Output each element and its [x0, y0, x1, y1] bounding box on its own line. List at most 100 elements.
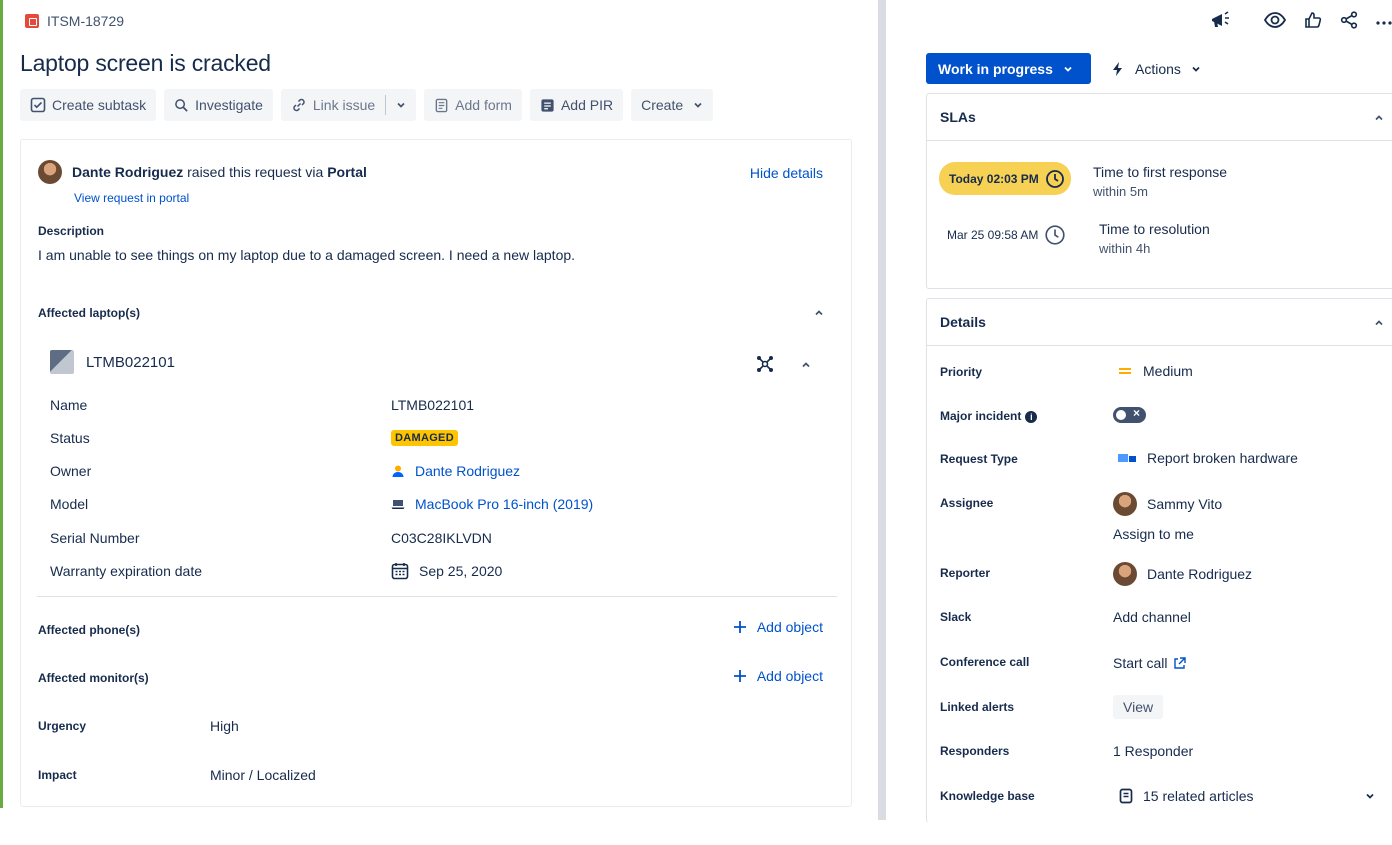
urgency-value[interactable]: High: [210, 718, 239, 734]
clock-icon: [1045, 169, 1064, 188]
add-monitor-object-button[interactable]: Add object: [733, 668, 823, 684]
hide-details-link[interactable]: Hide details: [750, 165, 823, 181]
status-badge: DAMAGED: [391, 430, 458, 446]
major-incident-label-text: Major incident: [940, 409, 1022, 423]
add-form-button[interactable]: Add form: [424, 89, 522, 121]
reporter-avatar[interactable]: [38, 160, 62, 184]
asset-model-value[interactable]: MacBook Pro 16-inch (2019): [391, 492, 593, 516]
reporter-avatar: [1113, 562, 1137, 586]
article-icon: [1119, 788, 1133, 804]
document-icon: [541, 98, 554, 112]
sla-name: Time to resolution: [1099, 221, 1210, 237]
create-dropdown-button[interactable]: Create: [631, 89, 714, 121]
issue-key[interactable]: ITSM-18729: [25, 13, 124, 29]
start-call-link[interactable]: Start call: [1113, 655, 1187, 671]
actions-label: Actions: [1135, 60, 1181, 77]
subtask-icon: [30, 97, 46, 113]
actions-menu-button[interactable]: Actions: [1111, 53, 1201, 84]
investigate-label: Investigate: [195, 97, 263, 113]
laptop-icon: [391, 500, 405, 509]
user-icon: [392, 465, 404, 477]
link-issue-button[interactable]: Link issue: [281, 89, 385, 121]
info-icon[interactable]: i: [1025, 411, 1038, 423]
graph-view-icon[interactable]: [755, 354, 775, 374]
priority-text: Medium: [1143, 363, 1193, 379]
status-transition-button[interactable]: Work in progress: [926, 53, 1091, 84]
linked-alerts-value: View: [1113, 695, 1164, 719]
priority-medium-icon: [1119, 368, 1131, 374]
asset-field-label: Name: [50, 397, 88, 413]
request-type-text: Report broken hardware: [1147, 450, 1298, 466]
asset-field-label: Serial Number: [50, 530, 140, 546]
reporter-sentence: Dante Rodriguez raised this request via …: [72, 164, 367, 180]
chevron-up-icon[interactable]: [814, 308, 824, 318]
link-issue-split-button: Link issue: [280, 89, 417, 121]
request-type-value[interactable]: Report broken hardware: [1113, 450, 1298, 466]
responders-value[interactable]: 1 Responder: [1113, 743, 1193, 759]
chevron-up-icon: [1375, 115, 1383, 121]
reporter-label: Reporter: [940, 566, 991, 580]
sla-first-response-info: Time to first response within 5m: [1093, 162, 1227, 202]
investigate-button[interactable]: Investigate: [164, 89, 273, 121]
description-label: Description: [38, 224, 105, 238]
affected-monitors-label: Affected monitor(s): [38, 671, 149, 685]
owner-link[interactable]: Dante Rodriguez: [415, 463, 520, 479]
more-options-icon[interactable]: [1376, 11, 1392, 29]
add-pir-label: Add PIR: [560, 97, 614, 113]
add-object-label: Add object: [756, 619, 823, 635]
sla-resolution-info: Time to resolution within 4h: [1099, 219, 1210, 259]
major-incident-label: Major incident i: [940, 409, 1038, 423]
reporter-name: Dante Rodriguez: [1147, 566, 1253, 582]
assign-to-me-link[interactable]: Assign to me: [1113, 526, 1194, 542]
major-incident-toggle[interactable]: [1113, 406, 1146, 423]
asset-serial-value: C03C28IKLVDN: [391, 526, 492, 550]
priority-label: Priority: [940, 365, 983, 379]
affected-phones-label: Affected phone(s): [38, 623, 140, 637]
reporter-name[interactable]: Dante Rodriguez: [72, 164, 183, 180]
description-text[interactable]: I am unable to see things on my laptop d…: [38, 247, 575, 263]
assignee-value[interactable]: Sammy Vito: [1113, 492, 1222, 516]
slas-panel-header[interactable]: SLAs: [927, 94, 1392, 141]
add-phone-object-button[interactable]: Add object: [733, 619, 823, 635]
asset-owner-value[interactable]: Dante Rodriguez: [391, 459, 520, 483]
asset-warranty-value: Sep 25, 2020: [391, 559, 502, 583]
chevron-up-icon: [1375, 320, 1383, 326]
responders-label: Responders: [940, 744, 1010, 758]
chevron-down-icon[interactable]: [1365, 791, 1375, 801]
view-in-portal-link[interactable]: View request in portal: [74, 191, 189, 205]
impact-value[interactable]: Minor / Localized: [210, 767, 316, 783]
details-panel-header[interactable]: Details: [927, 299, 1392, 346]
lightning-icon: [1113, 61, 1122, 76]
issue-main-column: ITSM-18729 Laptop screen is cracked Crea…: [3, 0, 876, 845]
form-icon: [435, 98, 448, 112]
pane-resize-divider[interactable]: [878, 0, 886, 820]
assignee-name: Sammy Vito: [1147, 496, 1223, 512]
model-link[interactable]: MacBook Pro 16-inch (2019): [415, 496, 593, 512]
start-call-text: Start call: [1113, 655, 1168, 671]
thumbs-up-icon[interactable]: [1304, 11, 1322, 29]
incident-type-icon: [25, 14, 39, 28]
serial-number-text: C03C28IKLVDN: [391, 530, 492, 546]
chevron-up-icon[interactable]: [801, 360, 811, 370]
view-alerts-button[interactable]: View: [1113, 695, 1164, 719]
asset-id[interactable]: LTMB022101: [86, 354, 175, 371]
share-icon[interactable]: [1340, 11, 1358, 29]
chevron-down-icon: [1064, 66, 1072, 72]
reporter-value[interactable]: Dante Rodriguez: [1113, 562, 1252, 586]
add-channel-link[interactable]: Add channel: [1113, 609, 1191, 625]
create-subtask-button[interactable]: Create subtask: [20, 89, 157, 121]
megaphone-icon[interactable]: [1210, 10, 1232, 30]
major-incident-value: [1113, 406, 1146, 423]
sla-time: Mar 25 09:58 AM: [947, 228, 1039, 242]
urgency-label: Urgency: [38, 719, 87, 733]
slack-label: Slack: [940, 610, 972, 624]
watch-eye-icon[interactable]: [1264, 11, 1286, 29]
create-subtask-label: Create subtask: [52, 97, 147, 113]
add-pir-button[interactable]: Add PIR: [529, 89, 624, 121]
knowledge-base-value[interactable]: 15 related articles: [1113, 788, 1375, 804]
sla-resolution-timer: Mar 25 09:58 AM: [947, 224, 1066, 246]
raised-text: raised this request via: [187, 164, 324, 180]
issue-title[interactable]: Laptop screen is cracked: [20, 50, 271, 77]
priority-value[interactable]: Medium: [1113, 363, 1193, 379]
link-issue-dropdown[interactable]: [386, 89, 416, 121]
